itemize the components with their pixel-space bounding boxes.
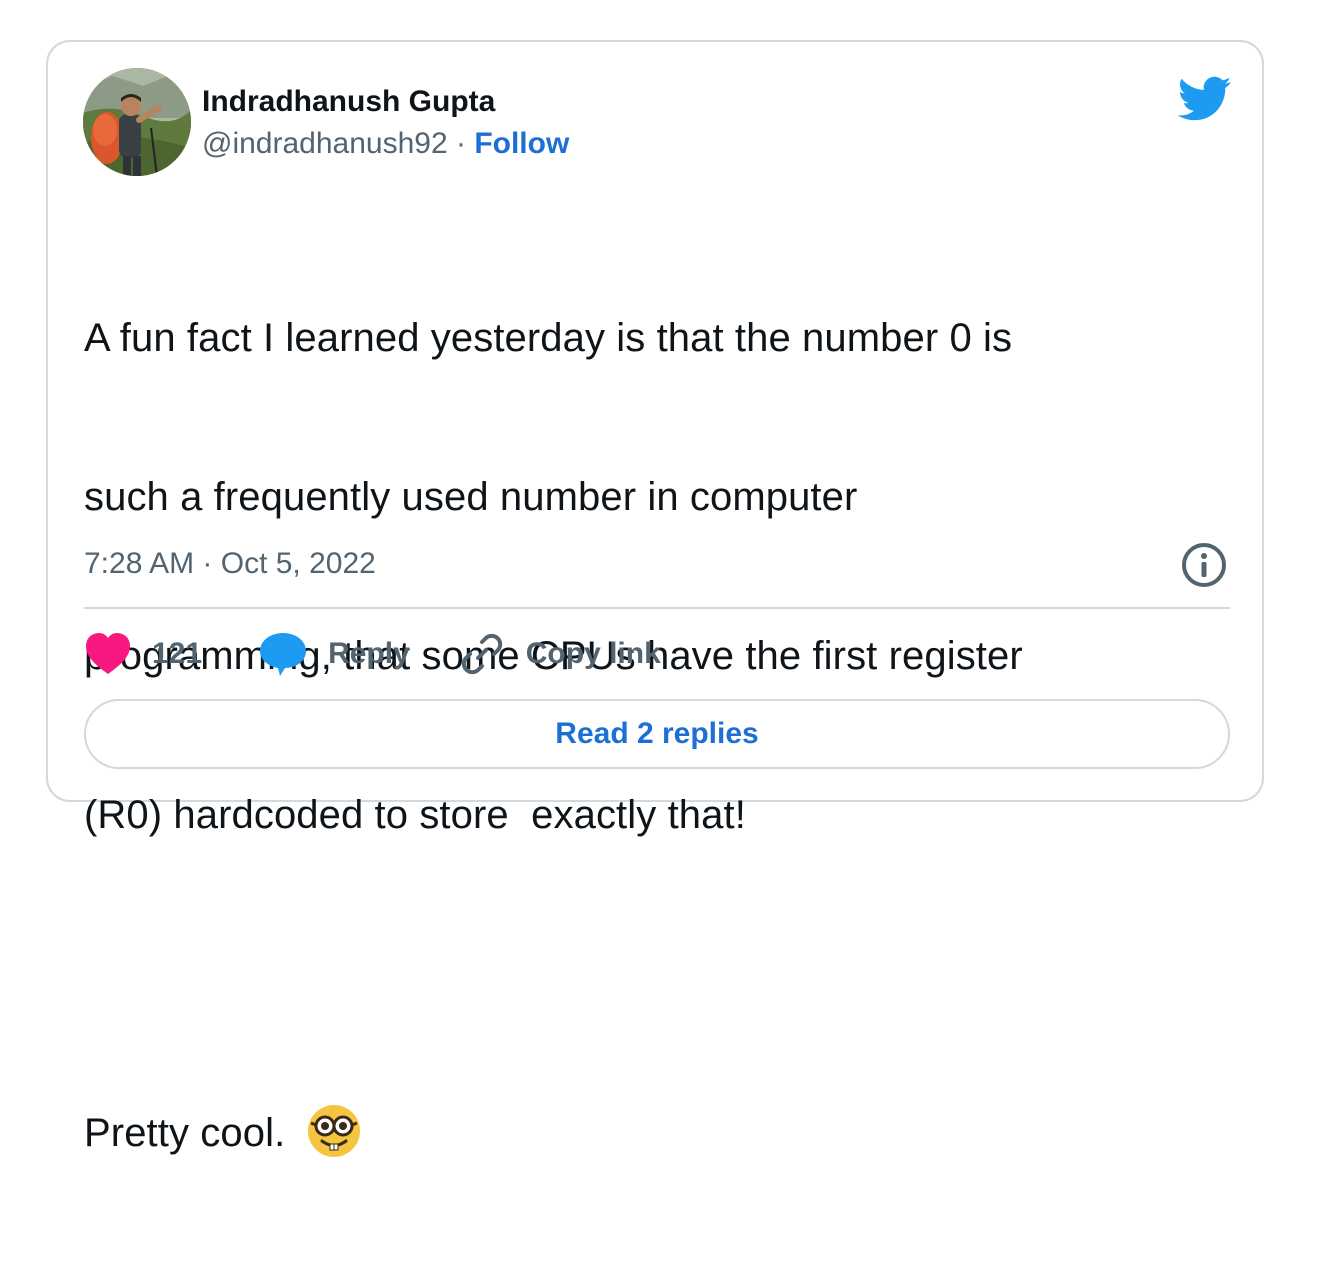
follow-button[interactable]: Follow <box>474 127 569 160</box>
nerd-face-emoji <box>308 1105 361 1158</box>
read-replies-button[interactable]: Read 2 replies <box>84 699 1230 769</box>
tweet-actions: 121 Reply Copy link <box>84 632 661 676</box>
like-count: 121 <box>152 637 203 670</box>
author-display-name[interactable]: Indradhanush Gupta <box>202 82 569 122</box>
read-replies-label: Read 2 replies <box>555 717 759 750</box>
like-button[interactable]: 121 <box>84 632 202 676</box>
tweet-line: A fun fact I learned yesterday is that t… <box>84 316 1013 360</box>
heart-icon <box>86 633 130 674</box>
reply-button[interactable]: Reply <box>258 631 410 677</box>
tweet-timestamp[interactable]: 7:28 AM · Oct 5, 2022 <box>84 544 376 584</box>
reply-bubble-icon <box>260 633 307 676</box>
avatar[interactable] <box>83 68 191 176</box>
tweet-line: (R0) hardcoded to store exactly that! <box>84 793 746 837</box>
info-icon[interactable] <box>1181 542 1227 588</box>
author-info: Indradhanush Gupta @indradhanush92 · Fol… <box>202 82 569 164</box>
tweet-card: Indradhanush Gupta @indradhanush92 · Fol… <box>46 40 1264 1158</box>
reply-label: Reply <box>328 637 410 670</box>
copy-link-label: Copy link <box>525 637 661 670</box>
link-icon <box>461 633 502 675</box>
handle-separator: · <box>447 127 475 160</box>
tweet-line: such a frequently used number in compute… <box>84 475 858 519</box>
twitter-bird-icon[interactable] <box>1178 76 1232 122</box>
copy-link-button[interactable]: Copy link <box>458 630 661 678</box>
author-handle-row: @indradhanush92 · Follow <box>202 124 569 164</box>
tweet-line-last: Pretty cool. <box>84 1105 1204 1160</box>
tweet-line: Pretty cool. <box>84 1111 286 1155</box>
avatar-photo <box>83 68 191 176</box>
author-handle[interactable]: @indradhanush92 <box>202 127 448 160</box>
divider <box>84 607 1230 609</box>
